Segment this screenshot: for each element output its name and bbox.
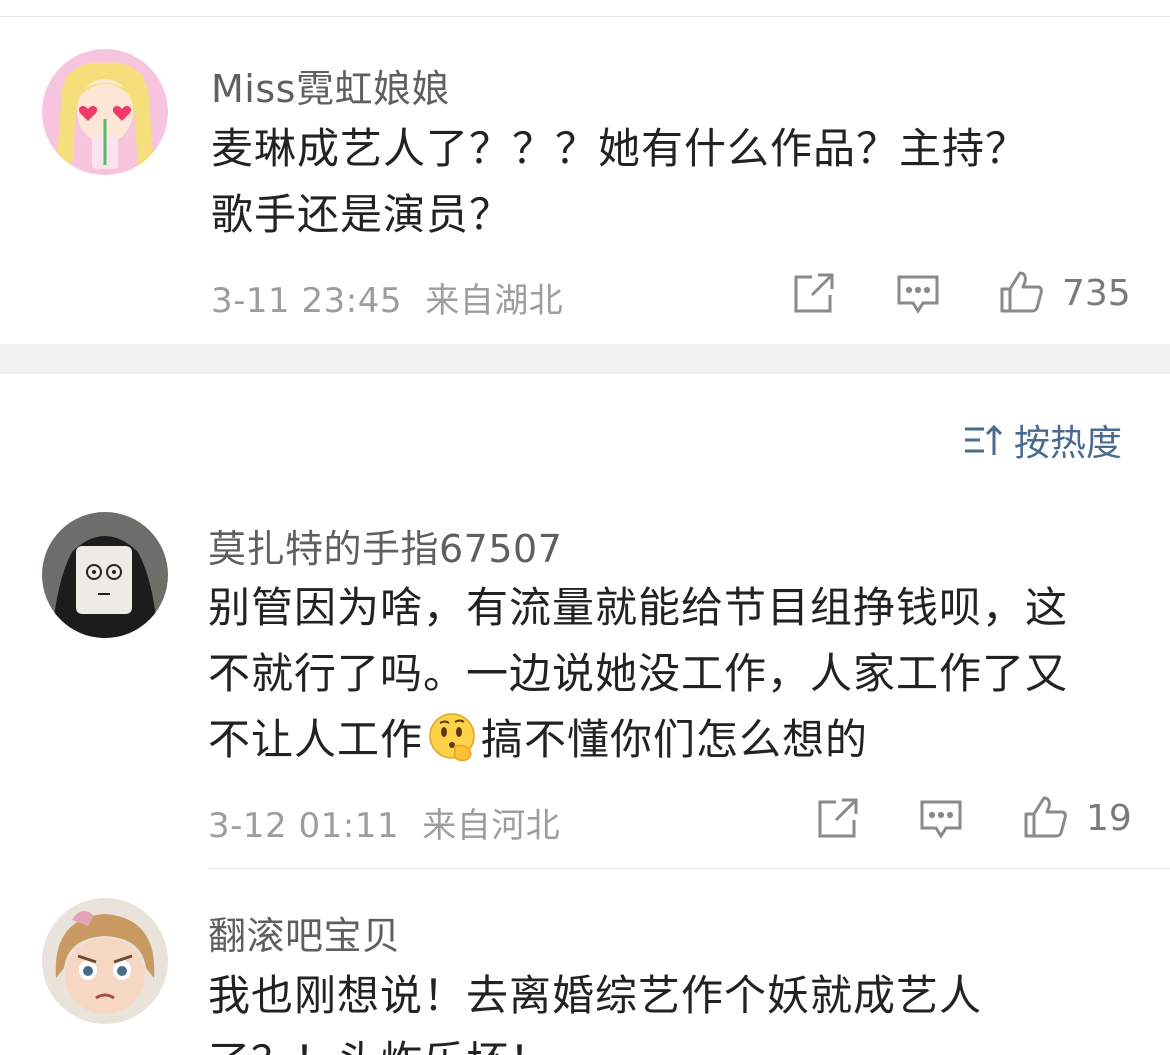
comment-icon[interactable] xyxy=(895,271,941,317)
section-separator xyxy=(0,344,1170,374)
comment-text: 我也刚想说！去离婚综艺作个妖就成艺人 了？！头炸乐坏！ xyxy=(208,963,1138,1055)
comment-text-line: 不就行了吗。一边说她没工作，人家工作了又 xyxy=(208,649,1069,698)
like-count: 19 xyxy=(1086,798,1132,839)
share-icon[interactable] xyxy=(814,796,860,842)
comment-meta: 3-12 01:11 来自河北 xyxy=(208,798,560,847)
comment-text-line: 歌手还是演员？ xyxy=(211,190,513,239)
comment-feed: Miss霓虹娘娘 麦琳成艺人了？？？她有什么作品？主持？ 歌手还是演员？ 3-1… xyxy=(0,0,1170,1055)
sort-button[interactable]: 按热度 xyxy=(962,416,1122,464)
comment-date: 3-11 23:45 xyxy=(211,281,402,321)
like-thumb-icon[interactable] xyxy=(1022,794,1068,840)
username[interactable]: Miss霓虹娘娘 xyxy=(211,58,450,113)
comment-date: 3-12 01:11 xyxy=(208,806,399,846)
like-count: 735 xyxy=(1062,273,1131,314)
comment-text: 别管因为啥，有流量就能给节目组挣钱呗，这 不就行了吗。一边说她没工作，人家工作了… xyxy=(208,575,1138,773)
comment-location: 来自湖北 xyxy=(425,281,564,321)
user-avatar[interactable] xyxy=(42,898,168,1024)
comment-text-segment: 搞不懂你们怎么想的 xyxy=(481,715,869,764)
username[interactable]: 翻滚吧宝贝 xyxy=(208,905,401,960)
comment-text-line: 麦琳成艺人了？？？她有什么作品？主持？ xyxy=(211,124,1029,173)
user-avatar[interactable] xyxy=(42,49,168,175)
comment-text-segment: 不让人工作 xyxy=(208,715,424,764)
sort-label: 按热度 xyxy=(1014,423,1123,464)
sort-icon xyxy=(965,424,1003,455)
sailor-moon-cartoon-avatar-icon xyxy=(42,49,168,175)
comment-icon[interactable] xyxy=(918,796,964,842)
username[interactable]: 莫扎特的手指67507 xyxy=(208,518,562,573)
comment-text-line: 我也刚想说！去离婚综艺作个妖就成艺人 xyxy=(208,971,983,1020)
masked-figure-avatar-icon xyxy=(42,512,168,638)
row-divider xyxy=(208,868,1170,869)
like-thumb-icon[interactable] xyxy=(998,269,1044,315)
thinking-face-emoji-icon xyxy=(425,710,479,764)
comment-text: 麦琳成艺人了？？？她有什么作品？主持？ 歌手还是演员？ xyxy=(211,116,1111,248)
comment-text-line: 了？！头炸乐坏！ xyxy=(208,1029,1138,1055)
comment-text-line: 别管因为啥，有流量就能给节目组挣钱呗，这 xyxy=(208,583,1069,632)
comment-text-line: 不让人工作 搞不懂你们怎么想的 xyxy=(208,707,1138,773)
share-icon[interactable] xyxy=(790,271,836,317)
user-avatar[interactable] xyxy=(42,512,168,638)
comment-location: 来自河北 xyxy=(422,806,561,846)
cartoon-girl-avatar-icon xyxy=(42,898,168,1024)
comment-meta: 3-11 23:45 来自湖北 xyxy=(211,273,563,322)
